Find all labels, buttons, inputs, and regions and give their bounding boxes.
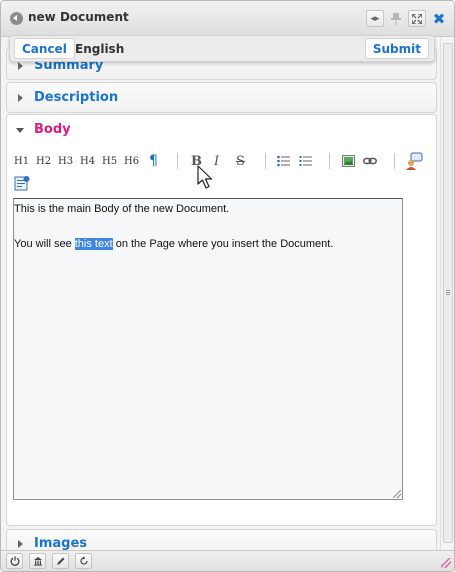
editor-resize-handle[interactable] (393, 490, 401, 498)
collapse-horizontal-icon[interactable]: ◂▸ (366, 10, 384, 27)
heading2-button[interactable]: H2 (36, 156, 51, 167)
heading1-button[interactable]: H1 (14, 156, 29, 167)
expand-arrow-icon (18, 540, 23, 548)
status-bar (1, 550, 454, 571)
section-description-label: Description (34, 90, 119, 105)
building-icon[interactable] (29, 553, 46, 569)
section-body-header[interactable]: Body (7, 115, 436, 145)
editor-text: You will see (14, 238, 75, 250)
strikethrough-button[interactable]: S (236, 154, 245, 169)
heading6-button[interactable]: H6 (124, 156, 139, 167)
power-icon[interactable] (6, 553, 23, 569)
close-icon[interactable]: ✖ (432, 10, 446, 28)
insert-macro-icon[interactable] (405, 152, 423, 173)
heading3-button[interactable]: H3 (58, 156, 73, 167)
heading5-button[interactable]: H5 (102, 156, 117, 167)
numbered-list-icon[interactable] (299, 155, 312, 170)
scroll-grip-icon (446, 290, 450, 291)
insert-link-icon[interactable] (363, 156, 377, 169)
document-editor-window: new Document ◂▸ ✖ Cancel English Submit … (0, 0, 455, 572)
action-bar: Cancel English Submit (9, 35, 435, 62)
toolbar-separator (265, 153, 266, 169)
editor-line-1: This is the main Body of the new Documen… (14, 203, 230, 215)
section-images-label: Images (34, 536, 88, 551)
mouse-cursor-icon (197, 165, 217, 194)
body-editor[interactable]: This is the main Body of the new Documen… (13, 198, 403, 500)
heading4-button[interactable]: H4 (80, 156, 95, 167)
insert-snippet-icon[interactable] (14, 175, 30, 194)
collapse-arrow-icon (16, 128, 24, 133)
refresh-icon[interactable] (75, 553, 92, 569)
section-description[interactable]: Description (6, 82, 437, 113)
insert-image-icon[interactable] (342, 155, 355, 170)
pin-icon[interactable] (387, 10, 405, 27)
window-resize-grip-icon[interactable] (441, 558, 451, 568)
window-title: new Document (28, 10, 129, 24)
submit-button[interactable]: Submit (364, 38, 429, 59)
bulleted-list-icon[interactable] (277, 155, 290, 170)
language-label: English (75, 42, 125, 56)
toolbar-separator (177, 153, 178, 169)
paragraph-icon[interactable]: ¶ (149, 153, 158, 169)
titlebar: new Document ◂▸ ✖ (1, 1, 454, 37)
maximize-icon[interactable] (408, 10, 426, 27)
edit-pencil-icon[interactable] (52, 553, 69, 569)
section-description-header[interactable]: Description (7, 83, 436, 113)
section-body-label: Body (34, 122, 71, 137)
expand-arrow-icon (18, 62, 23, 70)
editor-line-2: You will see this text on the Page where… (14, 238, 333, 250)
editor-text: on the Page where you insert the Documen… (112, 238, 334, 250)
toolbar-separator (394, 153, 395, 169)
toolbar-separator (329, 153, 330, 169)
scrollbar[interactable] (440, 37, 454, 550)
scrollbar-thumb[interactable] (443, 43, 453, 543)
expand-arrow-icon (18, 94, 23, 102)
cancel-button[interactable]: Cancel (14, 38, 75, 59)
selected-text: this text (74, 238, 113, 250)
back-circle-icon[interactable] (10, 12, 23, 25)
